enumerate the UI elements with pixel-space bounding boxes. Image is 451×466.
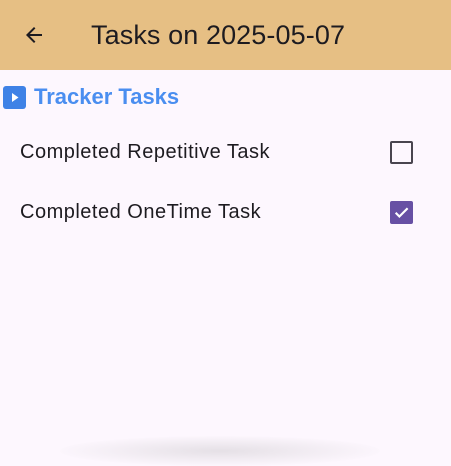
app-bar: Tasks on 2025-05-07 bbox=[0, 0, 451, 70]
play-square-icon bbox=[3, 85, 26, 109]
task-row-repetitive[interactable]: Completed Repetitive Task bbox=[0, 124, 451, 180]
section-header: Tracker Tasks bbox=[3, 84, 179, 110]
page-title: Tasks on 2025-05-07 bbox=[91, 20, 346, 50]
back-button[interactable] bbox=[16, 17, 52, 53]
task-checkbox[interactable] bbox=[390, 201, 413, 224]
section-title: Tracker Tasks bbox=[34, 84, 180, 109]
task-label: Completed OneTime Task bbox=[20, 201, 262, 223]
task-row-onetime[interactable]: Completed OneTime Task bbox=[0, 184, 451, 240]
arrow-left-icon bbox=[26, 27, 42, 43]
task-checkbox[interactable] bbox=[390, 141, 413, 164]
task-label: Completed Repetitive Task bbox=[20, 141, 271, 163]
checkmark-icon bbox=[394, 207, 409, 218]
bottom-shadow bbox=[60, 436, 380, 466]
